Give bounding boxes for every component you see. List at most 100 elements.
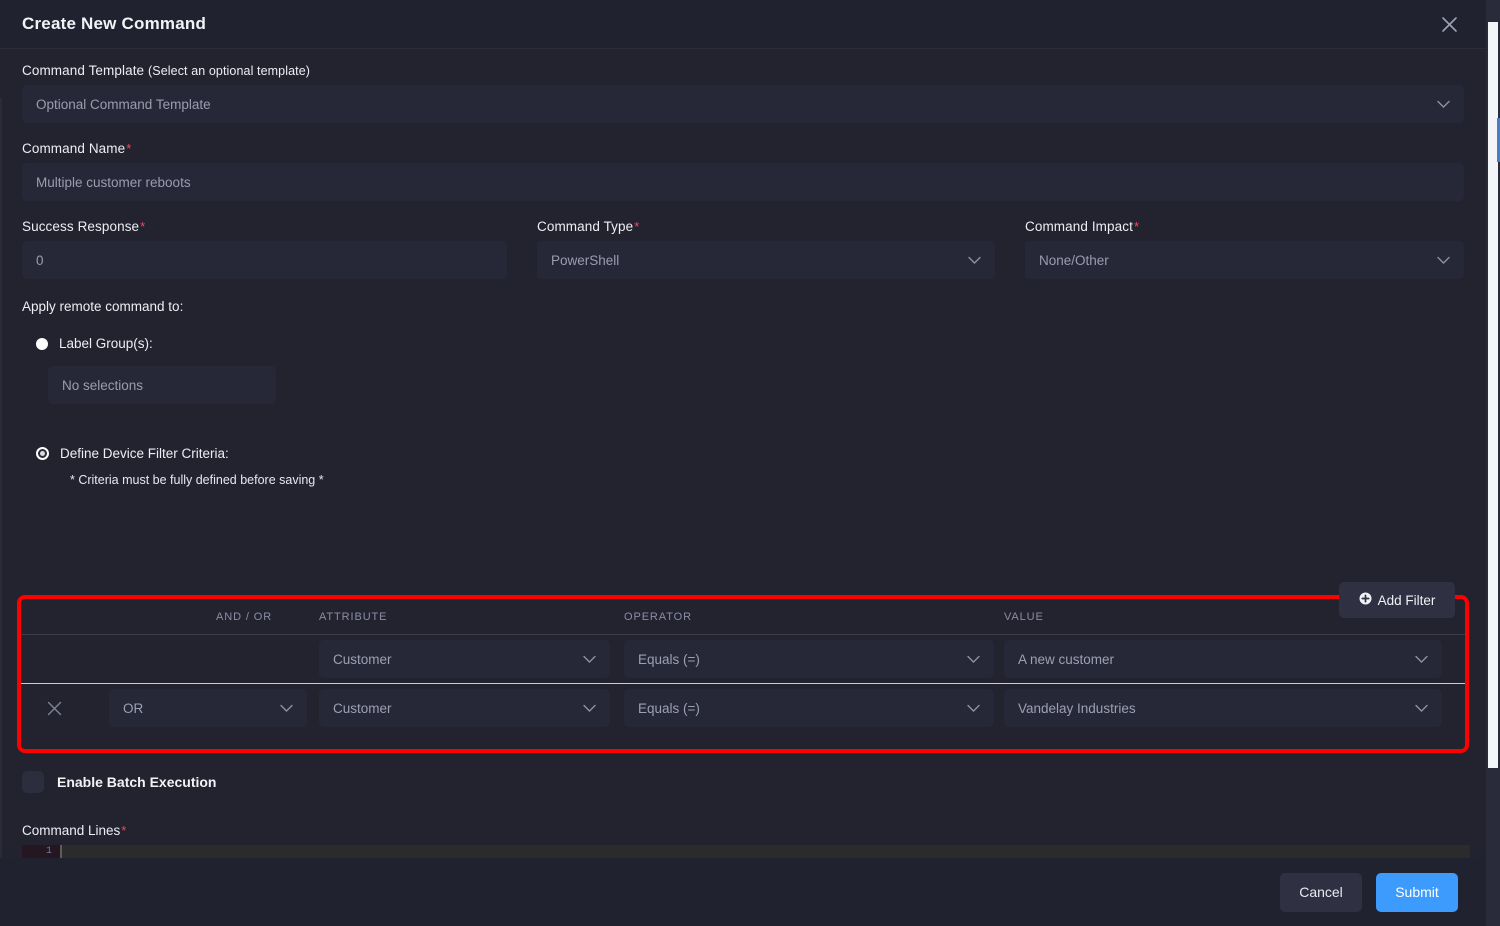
radio-selected-icon [36, 447, 49, 460]
radio-label-groups[interactable]: Label Group(s): [36, 336, 1464, 351]
modal-footer: Cancel Submit [0, 858, 1486, 926]
command-impact-label: Command Impact* [1025, 219, 1140, 234]
row-and-or-cell [109, 634, 319, 684]
criteria-note: * Criteria must be fully defined before … [70, 473, 324, 487]
success-response-label: Success Response* [22, 219, 146, 234]
chevron-down-icon [968, 253, 981, 268]
chevron-down-icon [280, 701, 293, 716]
row-delete-cell [21, 684, 109, 733]
required-marker: * [1133, 219, 1140, 234]
chevron-down-icon [1437, 253, 1450, 268]
command-template-sublabel: (Select an optional template) [148, 64, 311, 78]
chevron-down-icon [583, 701, 596, 716]
chevron-down-icon [1415, 701, 1428, 716]
close-icon[interactable] [1436, 11, 1462, 37]
batch-execution-checkbox[interactable] [22, 771, 44, 793]
editor-caret [60, 845, 62, 858]
command-type-label: Command Type* [537, 219, 640, 234]
attribute-select[interactable]: Customer [319, 689, 610, 727]
command-type-select[interactable]: PowerShell [537, 241, 995, 279]
chevron-down-icon [1437, 97, 1450, 112]
value-value: Vandelay Industries [1018, 700, 1136, 716]
command-name-field: Command Name* Multiple customer reboots [22, 141, 1464, 201]
chevron-down-icon [1415, 652, 1428, 667]
operator-value: Equals (=) [638, 700, 700, 716]
chevron-down-icon [967, 652, 980, 667]
row-and-or-cell: OR [109, 684, 319, 733]
editor-line-number: 1 [22, 845, 60, 858]
batch-execution-label: Enable Batch Execution [57, 774, 217, 790]
value-select[interactable]: A new customer [1004, 640, 1442, 678]
command-impact-field: Command Impact* None/Other [1025, 219, 1464, 279]
command-name-label: Command Name* [22, 141, 132, 156]
success-response-field: Success Response* 0 [22, 219, 507, 279]
attribute-value: Customer [333, 700, 392, 716]
chevron-down-icon [967, 701, 980, 716]
submit-button[interactable]: Submit [1376, 872, 1458, 912]
operator-select[interactable]: Equals (=) [624, 640, 994, 678]
apply-remote-command-heading: Apply remote command to: [22, 299, 184, 314]
filter-table-body: Customer Equals (=) A new customer OR Cu… [21, 634, 1465, 733]
table-row: OR Customer Equals (=) Vandelay Industri… [21, 684, 1465, 733]
radio-dot-icon [36, 337, 48, 350]
command-lines-label: Command Lines* [22, 823, 127, 838]
operator-value: Equals (=) [638, 651, 700, 667]
row-operator-cell: Equals (=) [624, 684, 1004, 733]
filter-table-head: AND / OR ATTRIBUTE OPERATOR VALUE [21, 599, 1465, 635]
delete-filter-row-icon[interactable] [43, 697, 65, 719]
command-impact-select[interactable]: None/Other [1025, 241, 1464, 279]
create-command-modal: Create New Command Command Template (Sel… [0, 0, 1486, 926]
success-response-value: 0 [36, 252, 44, 268]
column-header-attribute: ATTRIBUTE [319, 599, 624, 635]
row-value-cell: A new customer [1004, 634, 1465, 684]
operator-select[interactable]: Equals (=) [624, 689, 994, 727]
attribute-value: Customer [333, 651, 392, 667]
success-response-input[interactable]: 0 [22, 241, 507, 279]
command-lines-editor[interactable]: 1 [22, 845, 1470, 858]
column-header-operator: OPERATOR [624, 599, 1004, 635]
modal-header: Create New Command [0, 0, 1486, 49]
required-marker: * [126, 141, 132, 156]
add-filter-label: Add Filter [1377, 592, 1436, 608]
scrollbar-track[interactable] [1486, 0, 1500, 926]
modal-body: Command Template (Select an optional tem… [0, 49, 1486, 858]
command-template-value: Optional Command Template [36, 96, 211, 112]
left-edge-divider [0, 98, 2, 858]
row-attribute-cell: Customer [319, 634, 624, 684]
radio-device-filter[interactable]: Define Device Filter Criteria: [36, 446, 1464, 461]
command-template-select[interactable]: Optional Command Template [22, 85, 1464, 123]
command-impact-value: None/Other [1039, 252, 1109, 268]
filter-criteria-table-container: AND / OR ATTRIBUTE OPERATOR VALUE Custom… [21, 599, 1465, 749]
column-header-delete [21, 599, 109, 635]
row-delete-cell [21, 634, 109, 684]
radio-label-groups-label: Label Group(s): [59, 336, 153, 351]
enable-batch-execution-row[interactable]: Enable Batch Execution [22, 771, 216, 793]
chevron-down-icon [583, 652, 596, 667]
command-name-input[interactable]: Multiple customer reboots [22, 163, 1464, 201]
row-attribute-cell: Customer [319, 684, 624, 733]
required-marker: * [634, 219, 640, 234]
add-filter-button[interactable]: Add Filter [1339, 582, 1455, 618]
page-title: Create New Command [22, 14, 207, 33]
value-value: A new customer [1018, 651, 1115, 667]
label-group-select[interactable]: No selections [48, 366, 276, 404]
row-operator-cell: Equals (=) [624, 634, 1004, 684]
table-row: Customer Equals (=) A new customer [21, 634, 1465, 684]
command-type-field: Command Type* PowerShell [537, 219, 995, 279]
label-group-value: No selections [62, 377, 144, 393]
column-header-and-or: AND / OR [109, 599, 319, 635]
and-or-select[interactable]: OR [109, 689, 307, 727]
filter-criteria-highlight: Add Filter AND / OR ATTRIBUTE OPERATOR V… [17, 582, 1469, 753]
filter-header-row: AND / OR ATTRIBUTE OPERATOR VALUE [21, 599, 1465, 635]
and-or-value: OR [123, 700, 144, 716]
command-template-label: Command Template (Select an optional tem… [22, 63, 311, 78]
plus-circle-icon [1359, 592, 1372, 608]
command-name-value: Multiple customer reboots [36, 174, 191, 190]
command-type-value: PowerShell [551, 252, 620, 268]
value-select[interactable]: Vandelay Industries [1004, 689, 1442, 727]
filter-criteria-table: AND / OR ATTRIBUTE OPERATOR VALUE Custom… [21, 599, 1465, 732]
attribute-select[interactable]: Customer [319, 640, 610, 678]
cancel-button[interactable]: Cancel [1280, 872, 1362, 912]
row-value-cell: Vandelay Industries [1004, 684, 1465, 733]
editor-first-line: 1 [22, 845, 1470, 858]
